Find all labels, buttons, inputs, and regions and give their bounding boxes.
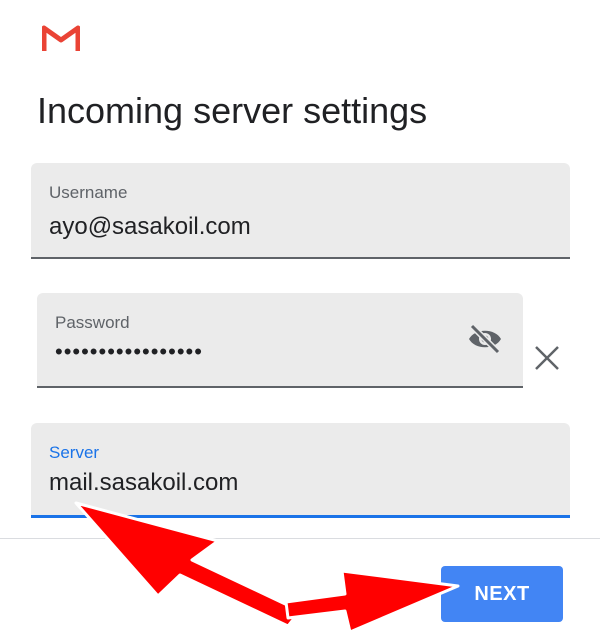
next-button[interactable]: NEXT [441,566,563,622]
password-value[interactable]: ••••••••••••••••• [55,339,203,365]
password-label: Password [55,313,130,332]
gmail-logo-icon [42,25,80,51]
footer-divider [0,538,600,539]
username-value[interactable]: ayo@sasakoil.com [49,213,251,241]
arrow-to-server [74,501,302,628]
visibility-off-icon[interactable] [467,323,503,355]
server-field[interactable]: Server mail.sasakoil.com [31,423,570,518]
username-field[interactable]: Username ayo@sasakoil.com [31,163,570,259]
server-value[interactable]: mail.sasakoil.com [49,469,238,497]
arrow-to-next [284,569,460,634]
username-label: Username [49,183,128,202]
password-field[interactable]: Password ••••••••••••••••• [37,293,523,388]
page-title: Incoming server settings [37,90,428,131]
server-label: Server [49,443,100,462]
close-icon[interactable] [531,342,563,374]
